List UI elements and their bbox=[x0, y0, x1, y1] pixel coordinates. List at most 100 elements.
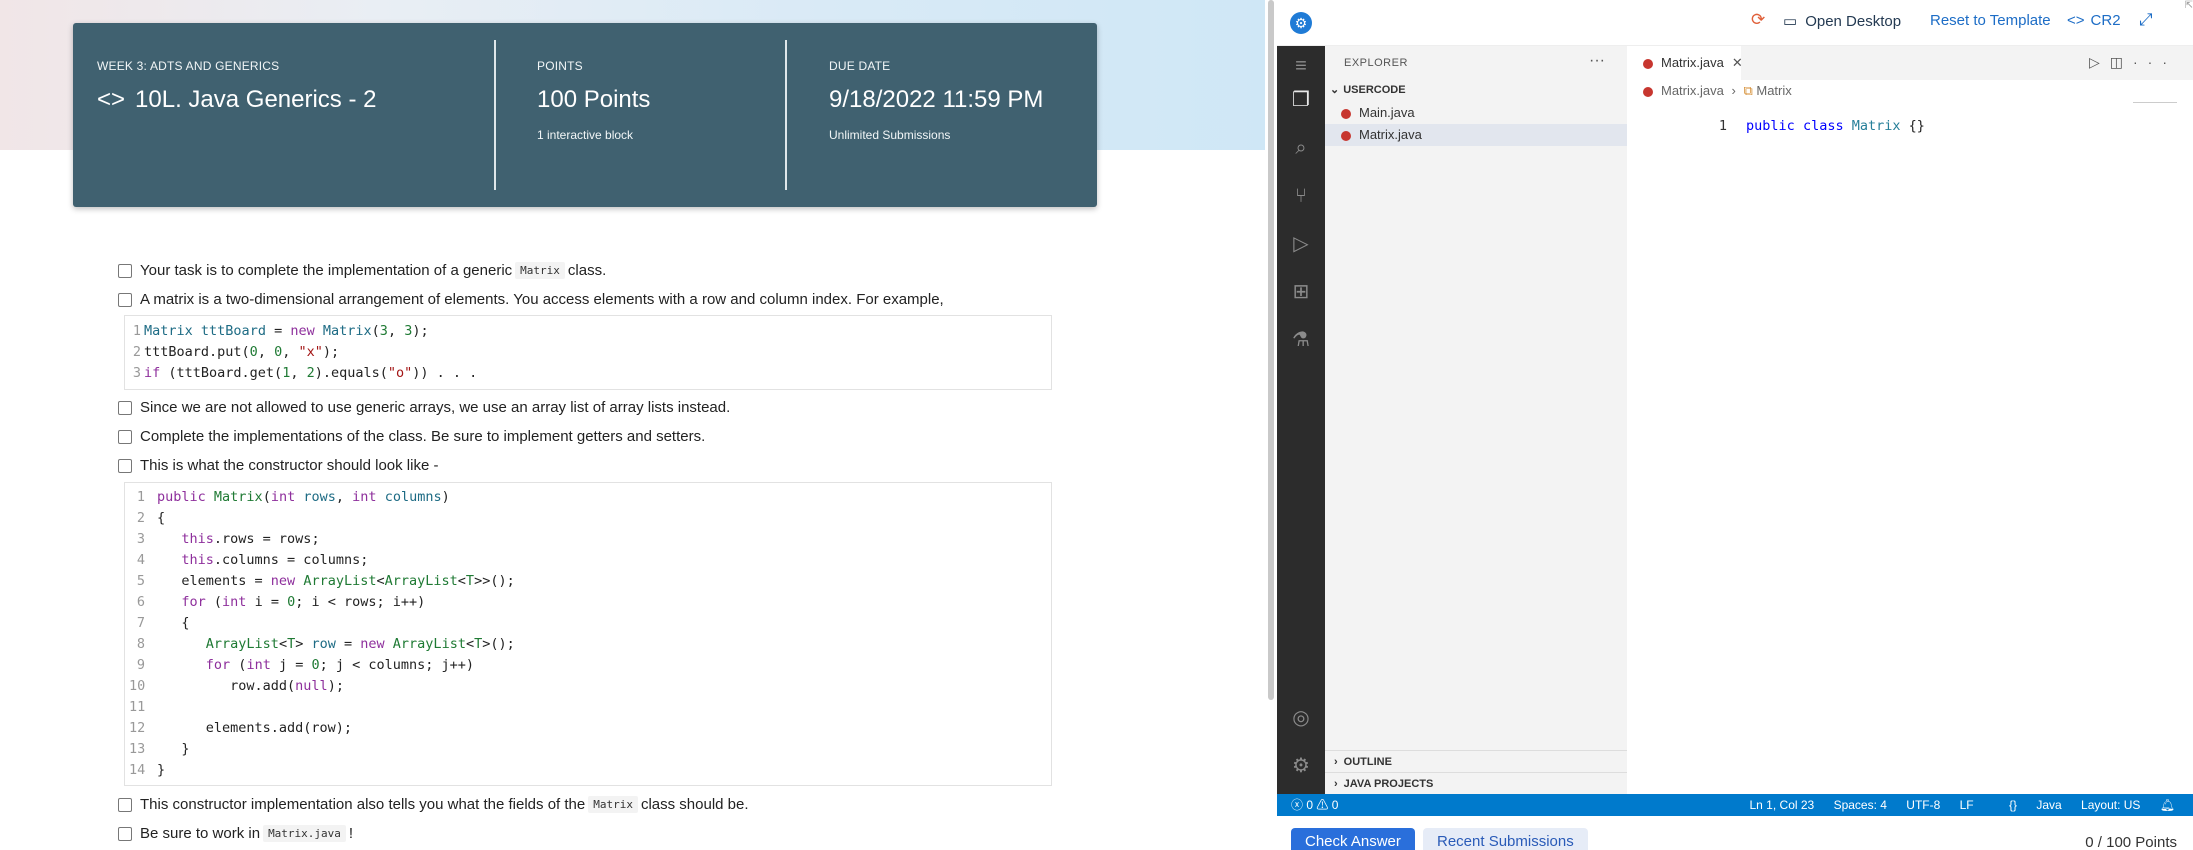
task-checkbox[interactable] bbox=[118, 458, 132, 473]
task-text: Your task is to complete the implementat… bbox=[140, 262, 513, 279]
header-separator bbox=[494, 40, 496, 190]
check-answer-button[interactable]: Check Answer bbox=[1291, 828, 1415, 850]
java-projects-section[interactable]: › JAVA PROJECTS bbox=[1325, 772, 1627, 794]
points-note: 1 interactive block bbox=[537, 128, 634, 142]
status-right: Ln 1, Col 23 Spaces: 4 UTF-8 LF {} Java … bbox=[1734, 794, 2176, 816]
line-number: 2 bbox=[132, 344, 141, 360]
java-projects-label: JAVA PROJECTS bbox=[1343, 778, 1434, 790]
pane-scrollbar[interactable] bbox=[1265, 0, 1277, 850]
breadcrumb-file[interactable]: Matrix.java bbox=[1661, 83, 1724, 98]
recent-submissions-button[interactable]: Recent Submissions bbox=[1423, 828, 1588, 850]
error-icon: ⓧ bbox=[1291, 798, 1304, 812]
code-line: 2 tttBoard.put(0, 0, "x"); bbox=[129, 342, 1047, 363]
extensions-icon[interactable]: ⊞ bbox=[1289, 280, 1313, 304]
folder-label: USERCODE bbox=[1343, 84, 1406, 96]
chevron-right-icon: › bbox=[1334, 756, 1338, 768]
chevron-right-icon: › bbox=[1731, 83, 1736, 98]
task-checkbox[interactable] bbox=[118, 263, 132, 278]
settings-gear-icon[interactable]: ⚙ bbox=[1289, 754, 1313, 778]
problems-indicator[interactable]: ⓧ 0 ⚠ 0 bbox=[1291, 794, 1338, 816]
bell-icon[interactable]: 🔔︎ bbox=[2160, 798, 2175, 812]
window-control-icon[interactable]: ⇱ bbox=[2185, 0, 2193, 11]
sync-icon[interactable]: ⟳ bbox=[1751, 10, 1765, 30]
constructor-code-block: 1 public Matrix(int rows, int columns) 2{… bbox=[124, 482, 1052, 786]
usercode-folder[interactable]: ⌄ USERCODE bbox=[1330, 83, 1406, 96]
line-number: 4 bbox=[136, 552, 145, 568]
file-matrix-java[interactable]: Matrix.java bbox=[1325, 124, 1627, 146]
code-text: } bbox=[157, 762, 166, 778]
app-root: WEEK 3: ADTS AND GENERICS <> 10L. Java Ge… bbox=[0, 0, 2193, 850]
code-line: 8 ArrayList<T> row = new ArrayList<T>(); bbox=[129, 634, 1047, 655]
code-text: elements.add(row); bbox=[157, 720, 353, 736]
line-number: 13 bbox=[129, 741, 146, 757]
code-brackets-icon: <> bbox=[97, 86, 126, 113]
code-text: tttBoard.put(0, 0, "x"); bbox=[144, 344, 340, 360]
code-text: { bbox=[157, 615, 190, 631]
java-file-icon bbox=[1643, 58, 1653, 69]
task-checkbox[interactable] bbox=[118, 429, 132, 444]
task-text: class. bbox=[567, 262, 607, 279]
code-text: for (int i = 0; i < rows; i++) bbox=[181, 594, 426, 610]
braces-icon: {} bbox=[2008, 798, 2017, 812]
line-number: 1 bbox=[136, 489, 145, 505]
end-of-line[interactable]: LF bbox=[1960, 798, 1974, 812]
code-token: Matrix bbox=[1851, 118, 1901, 134]
task-checkbox[interactable] bbox=[118, 292, 132, 307]
open-desktop-label: Open Desktop bbox=[1805, 13, 1902, 30]
task-checkbox[interactable] bbox=[118, 797, 132, 812]
code-line: 10 row.add(null); bbox=[129, 676, 1047, 697]
run-icon[interactable]: ▷ bbox=[2089, 54, 2110, 70]
expand-icon[interactable]: ⤢ bbox=[2139, 10, 2153, 30]
reset-template-button[interactable]: Reset to Template bbox=[1930, 12, 2051, 29]
explorer-title: EXPLORER bbox=[1344, 57, 1408, 69]
source-control-icon[interactable]: ⑂ bbox=[1289, 184, 1313, 208]
run-debug-icon[interactable]: ▷ bbox=[1289, 232, 1313, 256]
code-text: elements = new ArrayList<ArrayList<T>>()… bbox=[157, 573, 515, 589]
file-main-java[interactable]: Main.java bbox=[1325, 102, 1627, 124]
cr2-button[interactable]: <> CR2 bbox=[2067, 12, 2121, 29]
editor-actions: ▷◫··· bbox=[2089, 54, 2177, 71]
line-number: 9 bbox=[136, 657, 145, 673]
gear-logo-icon[interactable]: ⚙ bbox=[1290, 12, 1312, 34]
split-editor-icon[interactable]: ◫ bbox=[2110, 54, 2133, 70]
cursor-position[interactable]: Ln 1, Col 23 bbox=[1750, 798, 1815, 812]
testing-flask-icon[interactable]: ⚗ bbox=[1289, 328, 1313, 352]
menu-icon[interactable]: ≡ bbox=[1289, 54, 1313, 78]
task-text: A matrix is a two-dimensional arrangemen… bbox=[140, 291, 944, 308]
error-count: 0 bbox=[1306, 798, 1314, 812]
search-icon[interactable]: ⌕ bbox=[1289, 136, 1313, 160]
more-actions-icon[interactable]: ··· bbox=[2133, 54, 2177, 70]
editor-line[interactable]: 1 public class Matrix {} bbox=[1647, 102, 1925, 150]
task-item: This is what the constructor should look… bbox=[118, 457, 438, 474]
minimap[interactable] bbox=[2133, 102, 2177, 112]
points-label: POINTS bbox=[537, 59, 583, 73]
code-text: Matrix tttBoard = new Matrix(3, 3); bbox=[144, 323, 429, 339]
scrollbar-thumb[interactable] bbox=[1268, 0, 1274, 700]
account-icon[interactable]: ◎ bbox=[1289, 706, 1313, 730]
task-checkbox[interactable] bbox=[118, 826, 132, 841]
java-file-icon bbox=[1341, 130, 1351, 141]
code-line: 1 Matrix tttBoard = new Matrix(3, 3); bbox=[129, 321, 1047, 342]
code-token: {} bbox=[1908, 118, 1925, 134]
breadcrumb-symbol[interactable]: Matrix bbox=[1756, 83, 1791, 98]
example-code-block: 1 Matrix tttBoard = new Matrix(3, 3); 2 tt… bbox=[124, 315, 1052, 390]
warning-icon: ⚠ bbox=[1316, 798, 1329, 812]
files-icon[interactable]: ❐ bbox=[1289, 88, 1313, 112]
due-label: DUE DATE bbox=[829, 59, 891, 73]
task-checkbox[interactable] bbox=[118, 400, 132, 415]
tab-matrix-java[interactable]: Matrix.java ✕ bbox=[1627, 46, 1743, 80]
activity-bar: ≡ ❐ ⌕ ⑂ ▷ ⊞ ⚗ ◎ ⚙ bbox=[1277, 46, 1325, 794]
close-icon[interactable]: ✕ bbox=[1732, 55, 1743, 70]
status-bar: ⓧ 0 ⚠ 0 Ln 1, Col 23 Spaces: 4 UTF-8 LF … bbox=[1277, 794, 2193, 816]
open-desktop-button[interactable]: ▭ Open Desktop bbox=[1783, 12, 1901, 30]
code-line: 6 for (int i = 0; i < rows; i++) bbox=[129, 592, 1047, 613]
keyboard-layout[interactable]: Layout: US bbox=[2081, 798, 2140, 812]
more-actions-icon[interactable]: ··· bbox=[1589, 52, 1605, 70]
line-number: 3 bbox=[132, 365, 141, 381]
inline-code: Matrix.java bbox=[263, 825, 346, 842]
task-item: Your task is to complete the implementat… bbox=[118, 262, 606, 279]
outline-section[interactable]: › OUTLINE bbox=[1325, 750, 1627, 772]
indentation[interactable]: Spaces: 4 bbox=[1834, 798, 1887, 812]
language-mode[interactable]: {} Java bbox=[1993, 798, 2062, 812]
encoding[interactable]: UTF-8 bbox=[1906, 798, 1940, 812]
